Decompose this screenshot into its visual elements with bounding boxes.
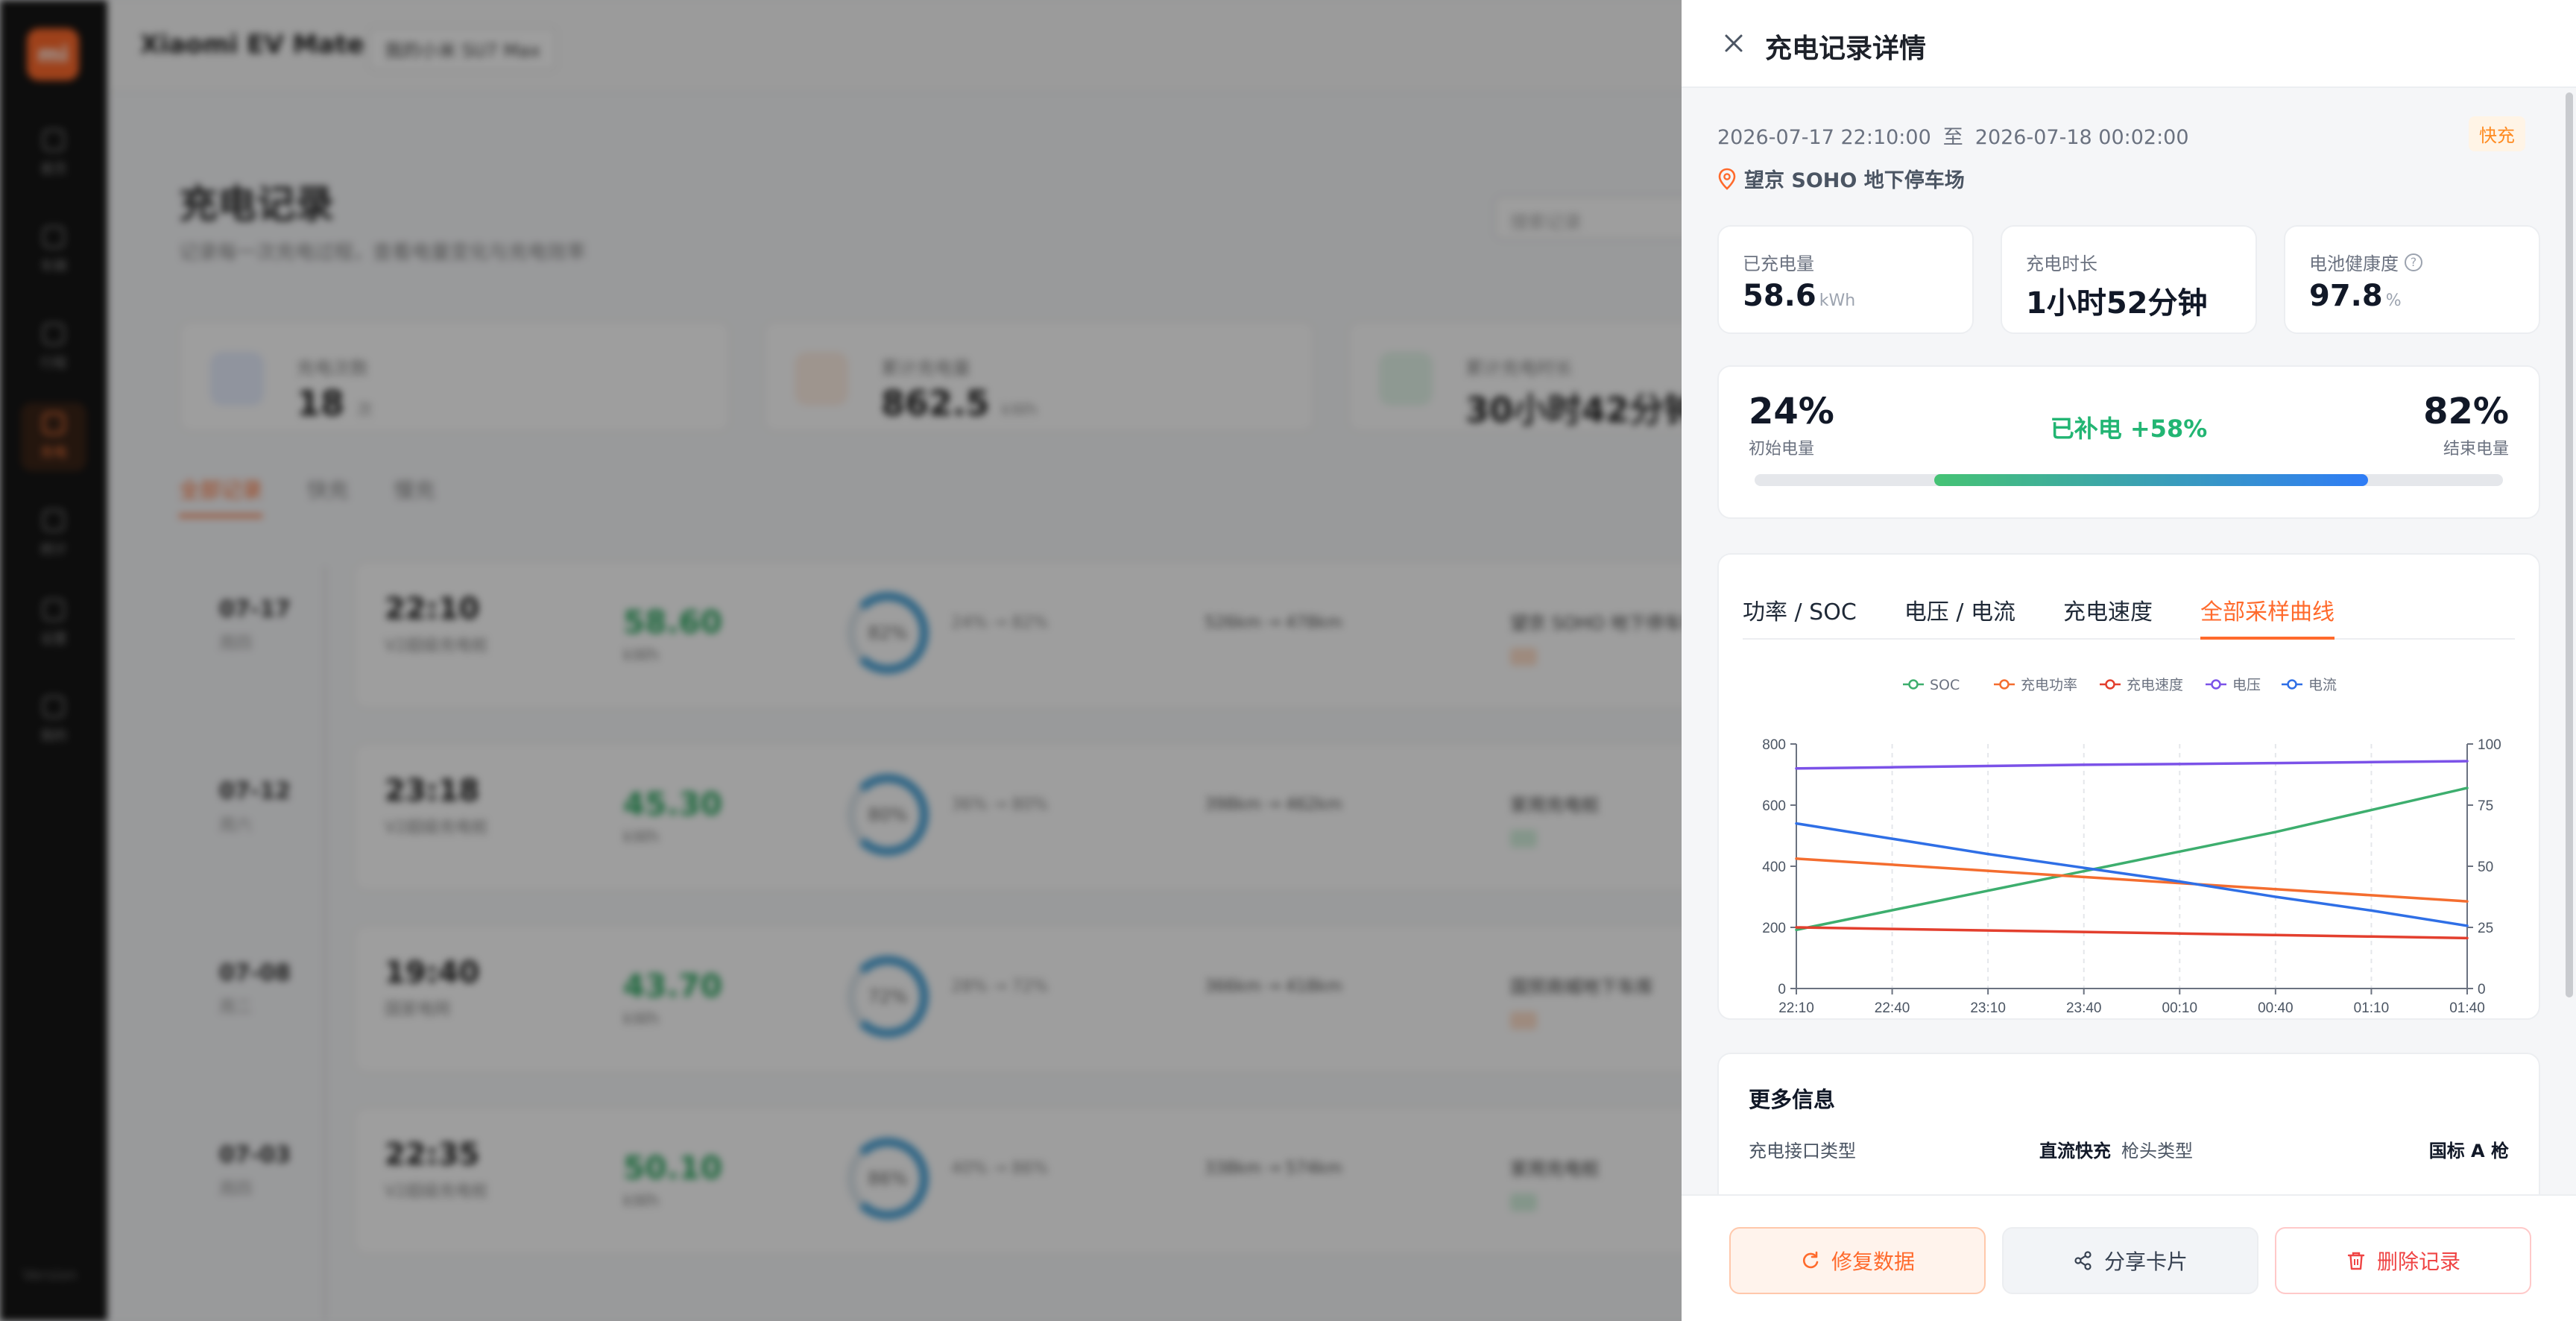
soc-added: 已补电 +58%	[2050, 414, 2208, 443]
y-left-tick-label: 400	[1762, 860, 1786, 875]
drawer-header: 充电记录详情	[1682, 0, 2576, 88]
chart-card: 功率 / SOC 电压 / 电流 充电速度 全部采样曲线 0 200 400 600 8…	[1717, 553, 2540, 1020]
legend-label: 电流	[2308, 677, 2337, 693]
drawer-footer: 修复数据 分享卡片 删除记录	[1682, 1194, 2576, 1321]
share-card-button[interactable]: 分享卡片	[2002, 1227, 2258, 1294]
time-range: 2026-07-17 22:10:00 至 2026-07-18 00:02:00	[1717, 126, 2189, 149]
x-tick-label: 01:10	[2354, 1000, 2390, 1016]
legend-marker	[2105, 679, 2115, 690]
kpi-energy: 已充电量 58.6 kWh	[1717, 225, 1974, 334]
close-icon	[1725, 34, 1743, 52]
sampling-chart[interactable]: 0 200 400 600 800 0 25 50 75 100 22:10 22:40 23:10 23…	[1719, 659, 2542, 1017]
soc-progress-card: 24% 初始电量 已补电 +58% 82% 结束电量	[1717, 365, 2540, 519]
location-text: 望京 SOHO 地下停车场	[1744, 169, 1965, 192]
y-left-tick-label: 200	[1762, 921, 1786, 936]
x-tick-label: 23:40	[2066, 1000, 2102, 1016]
series-line	[1795, 760, 2469, 770]
repair-data-button[interactable]: 修复数据	[1729, 1227, 1986, 1294]
scrollbar[interactable]	[2566, 92, 2573, 997]
more-info-card: 更多信息 充电接口类型 直流快充 枪头类型 国标 A 枪	[1717, 1053, 2540, 1194]
delete-record-button[interactable]: 删除记录	[2275, 1227, 2531, 1294]
legend-label: 电压	[2232, 677, 2261, 693]
y-right-tick-label: 100	[2478, 737, 2501, 753]
y-right-tick-label: 25	[2478, 921, 2493, 936]
y-left-tick-label: 800	[1762, 737, 1786, 753]
tab-all-samples[interactable]: 全部采样曲线	[2200, 590, 2334, 640]
legend-label: 充电功率	[2021, 677, 2077, 693]
refresh-icon	[1802, 1251, 1819, 1269]
x-tick-label: 01:40	[2449, 1000, 2485, 1016]
tab-power-soc[interactable]: 功率 / SOC	[1743, 590, 1857, 640]
share-icon	[2074, 1251, 2092, 1270]
close-button[interactable]	[1717, 27, 1750, 60]
x-tick-label: 23:10	[1970, 1000, 2006, 1016]
x-tick-label: 00:40	[2258, 1000, 2294, 1016]
legend-label: SOC	[1930, 677, 1960, 693]
record-detail-drawer: 充电记录详情 2026-07-17 22:10:00 至 2026-07-18 00…	[1682, 0, 2576, 1321]
more-info-title: 更多信息	[1749, 1087, 1836, 1112]
x-tick-label: 00:10	[2162, 1000, 2198, 1016]
charge-type-badge: 快充	[2469, 116, 2525, 151]
end-time: 2026-07-18 00:02:00	[1974, 126, 2189, 149]
legend-marker	[2211, 679, 2221, 690]
help-icon[interactable]: ?	[2405, 253, 2422, 271]
legend-marker	[1999, 679, 2010, 690]
y-right-tick-label: 0	[2478, 982, 2486, 997]
soc-progress-track	[1755, 474, 2503, 486]
y-right-tick-label: 50	[2478, 860, 2493, 875]
trash-icon	[2347, 1252, 2365, 1270]
y-left-tick-label: 600	[1762, 798, 1786, 814]
legend-label: 充电速度	[2127, 677, 2183, 693]
y-right-tick-label: 75	[2478, 798, 2493, 814]
kpi-duration: 充电时长 1小时52分钟	[2001, 225, 2257, 334]
x-tick-label: 22:40	[1875, 1000, 1910, 1016]
modal-overlay[interactable]	[0, 0, 1682, 1321]
kpi-battery-health: 电池健康度? 97.8%	[2284, 225, 2540, 334]
end-soc: 82%	[2423, 391, 2509, 432]
y-left-tick-label: 0	[1778, 982, 1786, 997]
drawer-body[interactable]: 2026-07-17 22:10:00 至 2026-07-18 00:02:00 …	[1682, 89, 2576, 1194]
tab-voltage-current[interactable]: 电压 / 电流	[1904, 590, 2015, 640]
legend-marker	[2287, 679, 2297, 690]
legend-marker	[1908, 679, 1919, 690]
x-tick-label: 22:10	[1778, 1000, 1814, 1016]
series-line	[1795, 926, 2469, 940]
drawer-title: 充电记录详情	[1765, 34, 1927, 64]
location: 望京 SOHO 地下停车场	[1717, 164, 1965, 193]
start-time: 2026-07-17 22:10:00	[1717, 126, 1931, 149]
chart-tabs: 功率 / SOC 电压 / 电流 充电速度 全部采样曲线	[1743, 590, 2515, 640]
tab-charge-speed[interactable]: 充电速度	[2063, 590, 2153, 640]
location-pin-icon	[1718, 168, 1736, 190]
series-line	[1795, 857, 2469, 903]
soc-progress-fill	[1933, 474, 2369, 486]
